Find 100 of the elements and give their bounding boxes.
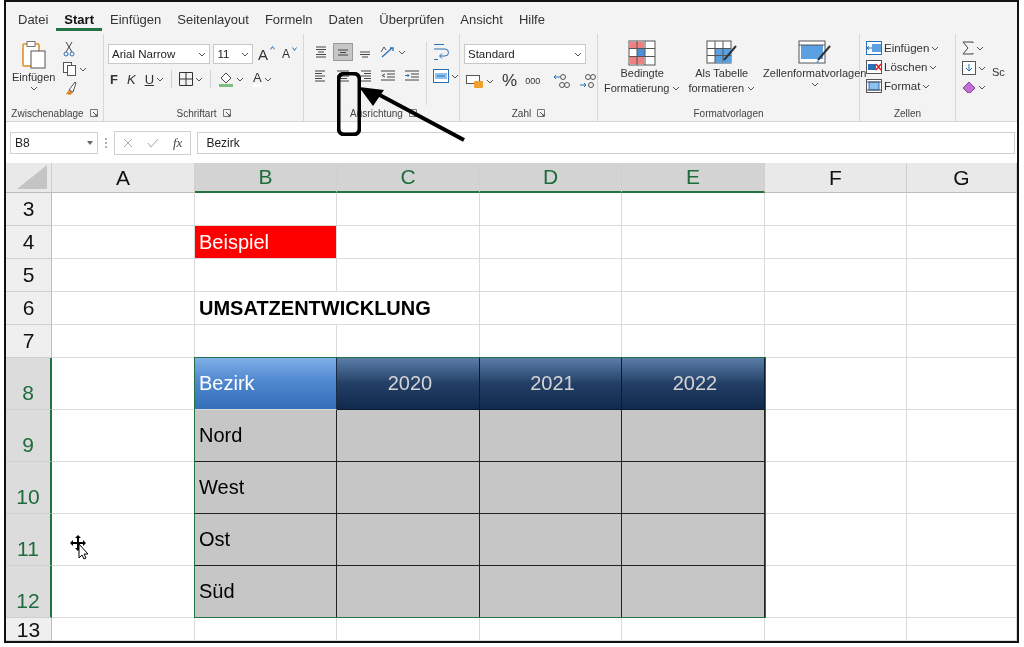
indent-icon <box>380 69 396 83</box>
ribbon-button[interactable]: Als Tabelle formatieren <box>686 38 758 105</box>
dialog-launcher-icon[interactable] <box>89 109 98 117</box>
table-cell: Beispiel <box>195 226 337 259</box>
delete-cells-icon <box>866 60 882 74</box>
dialog-launcher-icon[interactable] <box>537 109 546 117</box>
ribbon-tab[interactable]: Daten <box>320 5 372 31</box>
ribbon-tab[interactable]: Hilfe <box>510 5 553 31</box>
font-name-dropdown[interactable]: Arial Narrow <box>108 44 211 64</box>
row-header[interactable]: 10 <box>6 462 52 514</box>
italic-button[interactable]: K <box>124 70 138 88</box>
row-header[interactable]: 6 <box>6 292 52 325</box>
caret-icon <box>810 81 819 87</box>
caret-icon <box>976 45 984 51</box>
caret-icon <box>195 76 203 82</box>
caret-icon <box>236 76 244 82</box>
table-cell: UMSATZENTWICKLUNG <box>195 292 480 325</box>
copy-icon <box>63 62 78 76</box>
ribbon-label: Sc <box>992 66 1005 80</box>
check-icon[interactable] <box>147 137 159 148</box>
caret-icon <box>574 51 582 57</box>
percent-button[interactable]: % <box>500 70 520 92</box>
caret-icon <box>29 85 38 91</box>
format-cells-icon <box>866 79 882 93</box>
column-header[interactable]: E <box>622 163 765 193</box>
accounting-format-button[interactable] <box>464 72 496 90</box>
row-header[interactable]: 13 <box>6 618 52 641</box>
row-header[interactable]: 5 <box>6 259 52 292</box>
group-label: Schriftart <box>176 107 217 119</box>
table-cell: 2022 <box>622 358 765 410</box>
row-header[interactable]: 8 <box>6 358 52 410</box>
currency-icon <box>466 73 484 89</box>
align-icon <box>358 69 372 83</box>
merge-button[interactable] <box>431 68 461 84</box>
shrink-font-button[interactable]: A <box>279 46 299 62</box>
column-header[interactable]: G <box>907 163 1017 193</box>
cell-styles-icon <box>797 40 832 66</box>
caret-icon <box>240 51 249 57</box>
merge-cells-icon <box>433 69 449 83</box>
table-cell: 2020 <box>337 358 480 410</box>
ribbon-tab[interactable]: Datei <box>10 5 57 31</box>
brush-icon <box>63 81 78 95</box>
font-color-button[interactable]: A <box>251 70 274 88</box>
bold-button[interactable]: F <box>108 70 120 88</box>
orientation-button[interactable] <box>378 44 408 60</box>
align-icon <box>314 45 328 59</box>
thousands-separator-button[interactable]: 000 <box>523 75 543 87</box>
paste-button[interactable]: Einfügen <box>10 38 58 105</box>
dialog-launcher-icon[interactable] <box>222 109 231 117</box>
column-header[interactable]: C <box>337 163 480 193</box>
ribbon-tab[interactable]: Seitenlayout <box>169 5 257 31</box>
center-align-button[interactable] <box>334 68 352 84</box>
fill-down-icon <box>962 61 976 75</box>
borders-icon <box>179 72 193 86</box>
name-box[interactable]: B8 <box>10 131 98 154</box>
group-label: Zwischenablage <box>11 107 84 119</box>
ribbon-tab[interactable]: Einfügen <box>102 5 170 31</box>
caret-icon <box>978 65 986 71</box>
table-cell: Ost <box>195 514 337 566</box>
fill-button[interactable] <box>960 60 988 76</box>
row-header[interactable]: 3 <box>6 193 52 226</box>
insert-function-button[interactable]: fx <box>173 134 183 151</box>
table-brush-icon <box>705 40 738 66</box>
caret-icon <box>398 49 406 55</box>
indent-icon <box>404 69 420 83</box>
wrap-text-icon <box>433 43 449 61</box>
ribbon-tab[interactable]: Überprüfen <box>371 5 453 31</box>
group-label: Zellen <box>893 107 922 119</box>
caret-icon <box>198 51 207 57</box>
row-header[interactable]: 9 <box>6 410 52 462</box>
borders-button[interactable] <box>177 71 205 87</box>
underline-button[interactable]: U <box>142 70 166 88</box>
grow-font-button[interactable]: A <box>255 44 277 64</box>
ribbon-tab[interactable]: Formeln <box>256 5 321 31</box>
down-caret-icon <box>292 47 297 51</box>
table-cell: Nord <box>195 410 337 462</box>
ribbon-tab[interactable]: Ansicht <box>452 5 511 31</box>
column-header[interactable]: D <box>480 163 622 193</box>
dialog-launcher-icon[interactable] <box>408 109 417 117</box>
row-header[interactable]: 4 <box>6 226 52 259</box>
column-header[interactable]: B <box>195 163 337 193</box>
group-label: Formatvorlagen <box>693 107 764 119</box>
number-format-dropdown[interactable]: Standard <box>464 44 586 64</box>
table-cell: Süd <box>195 566 337 618</box>
caret-icon <box>922 83 931 89</box>
column-header[interactable]: A <box>52 163 195 193</box>
clear-button[interactable] <box>960 80 988 94</box>
column-header[interactable]: F <box>765 163 907 193</box>
table-cell: Bezirk <box>195 358 337 410</box>
up-caret-icon <box>269 45 275 50</box>
row-header[interactable]: 7 <box>6 325 52 358</box>
row-header[interactable]: 12 <box>6 566 52 618</box>
formula-input[interactable]: Bezirk <box>197 131 1015 154</box>
angled-text-icon <box>380 45 396 59</box>
ribbon-tab[interactable]: Start <box>56 5 102 31</box>
ribbon-button[interactable]: Bedingte Formatierung <box>602 38 683 105</box>
fill-color-button[interactable] <box>216 70 246 88</box>
font-size-dropdown[interactable]: 11 <box>213 44 253 64</box>
row-header[interactable]: 11 <box>6 514 52 566</box>
drag-handle-icon <box>104 136 108 149</box>
